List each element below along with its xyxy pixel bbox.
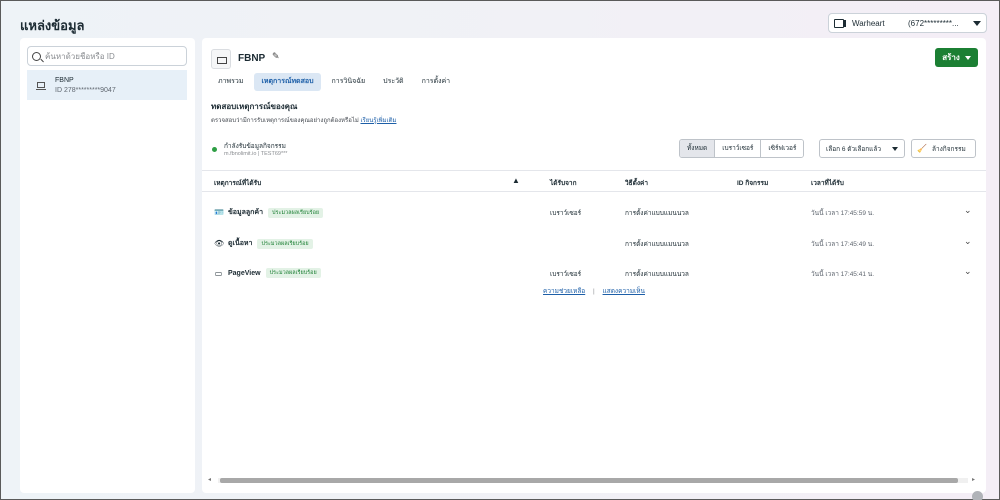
account-name: Warheart: [852, 18, 885, 28]
received-from: เบราว์เซอร์: [550, 271, 582, 278]
create-button[interactable]: สร้าง: [935, 48, 978, 67]
receiving-status: กำลังรับข้อมูลกิจกรรม: [224, 143, 286, 150]
setup-method: การตั้งค่าแบบแมนนวล: [625, 241, 689, 248]
tab-settings[interactable]: การตั้งค่า: [415, 73, 458, 91]
footer-links: ความช่วยเหลือ | แสดงความเห็น: [202, 286, 986, 296]
source-item-id: ID 278*********9047: [55, 86, 116, 94]
event-filter-value: เลือก 6 ตัวเลือกแล้ว: [826, 145, 882, 153]
source-item-fbnp[interactable]: FBNP ID 278*********9047: [27, 70, 187, 100]
broom-icon: 🧹: [917, 144, 927, 153]
event-cell: 👁 ดูเนื้อหา ประมวลผลเรียบร้อย: [214, 238, 313, 249]
help-link[interactable]: ความช่วยเหลือ: [543, 288, 585, 295]
setup-method: การตั้งค่าแบบแมนนวล: [625, 210, 689, 217]
chevron-down-icon: [964, 55, 971, 60]
scroll-right-arrow-icon[interactable]: ▸: [972, 476, 975, 483]
table-row[interactable]: 👁 ดูเนื้อหา ประมวลผลเรียบร้อย การตั้งค่า…: [202, 229, 986, 259]
column-header-from: ได้รับจาก: [550, 180, 577, 187]
event-cell: 🪪 ข้อมูลลูกค้า ประมวลผลเรียบร้อย: [214, 207, 324, 218]
event-cell: ▭ PageView ประมวลผลเรียบร้อย: [214, 268, 321, 278]
section-description: ตรวจสอบว่ามีการรับเหตุการณ์ของคุณอย่างถู…: [211, 115, 396, 125]
clear-activity-button[interactable]: 🧹 ล้างกิจกรรม: [911, 139, 976, 158]
create-button-label: สร้าง: [942, 53, 960, 62]
setup-method: การตั้งค่าแบบแมนนวล: [625, 271, 689, 278]
edit-pencil-icon[interactable]: ✎: [272, 51, 280, 62]
chevron-down-icon[interactable]: ⌄: [964, 266, 972, 277]
column-header-event-id: ID กิจกรรม: [737, 180, 769, 187]
page-title: แหล่งข้อมูล: [20, 18, 85, 33]
business-account-icon: [834, 18, 846, 28]
source-item-name: FBNP: [55, 76, 74, 84]
event-filter-dropdown[interactable]: เลือก 6 ตัวเลือกแล้ว: [819, 139, 905, 158]
help-bubble-icon[interactable]: [972, 491, 983, 500]
account-selector[interactable]: Warheart (672*********...: [828, 13, 987, 33]
eye-icon: 👁: [214, 239, 225, 248]
divider: |: [593, 288, 595, 295]
section-description-text: ตรวจสอบว่ามีการรับเหตุการณ์ของคุณอย่างถู…: [211, 118, 359, 124]
received-time: วันนี้ เวลา 17:45:59 น.: [811, 210, 875, 217]
app-frame: แหล่งข้อมูล Warheart (672*********... FB…: [0, 0, 1000, 500]
chevron-down-icon: [973, 20, 981, 26]
filter-all[interactable]: ทั้งหมด: [680, 140, 716, 157]
tab-overview[interactable]: ภาพรวม: [211, 73, 250, 91]
monitor-icon: [36, 82, 46, 90]
tab-bar: ภาพรวม เหตุการณ์ทดสอบ การวินิจฉัย ประวัต…: [211, 73, 457, 91]
column-header-time: เวลาที่ได้รับ: [811, 180, 844, 187]
search-icon: [32, 51, 41, 61]
column-header-event: เหตุการณ์ที่ได้รับ: [214, 180, 262, 187]
event-name: ข้อมูลลูกค้า: [228, 209, 264, 216]
main-panel: FBNP ✎ สร้าง ภาพรวม เหตุการณ์ทดสอบ การวิ…: [202, 38, 986, 493]
filter-browser[interactable]: เบราว์เซอร์: [715, 140, 762, 157]
tab-diagnostics[interactable]: การวินิจฉัย: [325, 73, 373, 91]
tab-history[interactable]: ประวัติ: [376, 73, 410, 91]
source-title: FBNP: [238, 53, 266, 64]
received-time: วันนี้ เวลา 17:45:49 น.: [811, 241, 875, 248]
status-badge: ประมวลผลเรียบร้อย: [257, 238, 313, 249]
warning-icon: ▲: [512, 176, 520, 185]
scroll-left-arrow-icon[interactable]: ◂: [208, 476, 211, 483]
account-id: (672*********...: [908, 18, 959, 28]
learn-more-link[interactable]: เรียนรู้เพิ่มเติม: [360, 118, 396, 124]
event-name: PageView: [228, 269, 261, 277]
search-box[interactable]: [27, 46, 187, 66]
receiving-status-detail: m.fbnolimit.io | TEST69***: [224, 151, 288, 157]
received-from: เบราว์เซอร์: [550, 210, 582, 217]
page-icon: ▭: [214, 268, 223, 278]
status-badge: ประมวลผลเรียบร้อย: [265, 268, 321, 278]
section-title: ทดสอบเหตุการณ์ของคุณ: [211, 102, 298, 111]
status-dot: [212, 147, 217, 152]
column-header-method: วิธีตั้งค่า: [625, 180, 649, 187]
tab-test-events[interactable]: เหตุการณ์ทดสอบ: [254, 73, 321, 91]
status-badge: ประมวลผลเรียบร้อย: [268, 207, 324, 218]
monitor-icon: [211, 49, 231, 69]
chevron-down-icon: [892, 146, 898, 151]
search-input[interactable]: [45, 51, 175, 61]
table-row[interactable]: ▭ PageView ประมวลผลเรียบร้อย เบราว์เซอร์…: [202, 259, 986, 289]
clear-activity-label: ล้างกิจกรรม: [931, 145, 966, 153]
source-filter-group: ทั้งหมด เบราว์เซอร์ เซิร์ฟเวอร์: [679, 139, 805, 158]
event-name: ดูเนื้อหา: [228, 240, 253, 247]
horizontal-scrollbar[interactable]: ◂ ▸: [208, 476, 980, 484]
table-row[interactable]: 🪪 ข้อมูลลูกค้า ประมวลผลเรียบร้อย เบราว์เ…: [202, 198, 986, 228]
filter-server[interactable]: เซิร์ฟเวอร์: [761, 140, 804, 157]
contact-card-icon: 🪪: [214, 208, 224, 217]
received-time: วันนี้ เวลา 17:45:41 น.: [811, 271, 875, 278]
chevron-down-icon[interactable]: ⌄: [964, 236, 972, 247]
top-header: แหล่งข้อมูล Warheart (672*********...: [2, 2, 998, 40]
chevron-down-icon[interactable]: ⌄: [964, 205, 972, 216]
scrollbar-thumb[interactable]: [220, 478, 958, 483]
data-sources-panel: FBNP ID 278*********9047: [20, 38, 195, 493]
feedback-link[interactable]: แสดงความเห็น: [603, 288, 645, 295]
table-header: เหตุการณ์ที่ได้รับ ▲ ได้รับจาก วิธีตั้งค…: [202, 170, 986, 192]
